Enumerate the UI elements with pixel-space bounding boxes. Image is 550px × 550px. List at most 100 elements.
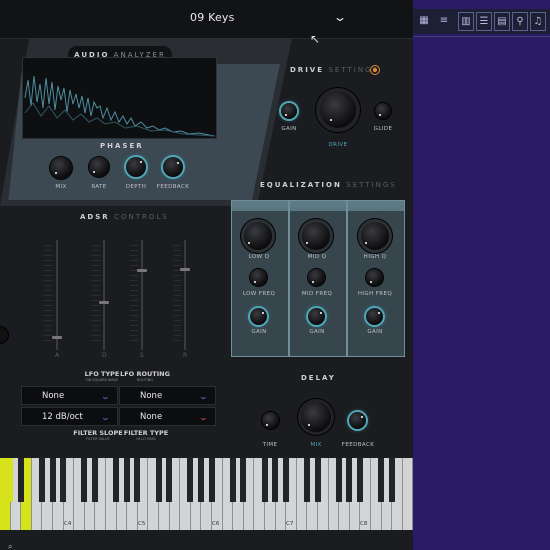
black-key[interactable] (356, 458, 363, 502)
black-key[interactable] (335, 458, 342, 502)
black-key[interactable] (60, 458, 67, 502)
eq-high-q-knob[interactable] (361, 222, 389, 250)
black-key[interactable] (388, 458, 395, 502)
host-daw-panel (413, 0, 550, 550)
instrument-icon[interactable]: ♫ (530, 12, 546, 31)
black-key[interactable] (314, 458, 321, 502)
eq-low-gain-knob[interactable] (250, 308, 267, 325)
octave-label-c6: C6 (212, 521, 220, 527)
adsr-title: ADSR CONTROLS (80, 213, 169, 221)
eq-high-freq-knob[interactable] (366, 269, 383, 286)
equalization-title: EQUALIZATION SETTINGS (260, 181, 397, 189)
black-key[interactable] (240, 458, 247, 502)
menu-icon[interactable]: ☰ (476, 12, 492, 31)
black-key[interactable] (49, 458, 56, 502)
mouse-cursor-icon: ↖ (310, 32, 321, 46)
drive-glide-label: GLIDE (373, 126, 393, 132)
lfo-routing-dropdown[interactable]: None ⌄ (119, 386, 216, 405)
drive-gain-knob[interactable] (281, 103, 297, 119)
sliders-icon[interactable]: ≡ (437, 12, 451, 29)
phaser-feedback-knob[interactable] (163, 157, 183, 177)
black-key[interactable] (123, 458, 130, 502)
eq-mid-freq-label: MID FREQ (301, 291, 333, 297)
eq-low-freq-knob[interactable] (250, 269, 267, 286)
black-key[interactable] (17, 458, 24, 502)
eq-mid-freq-knob[interactable] (308, 269, 325, 286)
adsr-attack-slider[interactable] (52, 336, 62, 339)
phaser-rate-knob[interactable] (89, 157, 109, 177)
octave-label-c8: C8 (360, 521, 368, 527)
chevron-down-icon[interactable]: ⌄ (333, 10, 347, 24)
black-key[interactable] (208, 458, 215, 502)
adsr-attack-track (56, 240, 58, 350)
phaser-mix-knob[interactable] (50, 157, 72, 179)
adsr-decay-slider[interactable] (99, 301, 109, 304)
black-key[interactable] (81, 458, 88, 502)
phaser-title: PHASER (100, 142, 144, 150)
eq-low-gain-label: GAIN (251, 329, 267, 335)
adsr-r-label: R (183, 352, 188, 359)
black-key[interactable] (378, 458, 385, 502)
black-key[interactable] (134, 458, 141, 502)
preset-bar: 09 Keys ⌄ ↖ (0, 0, 413, 46)
black-key[interactable] (272, 458, 279, 502)
mixer-icon[interactable]: ▥ (458, 12, 474, 31)
black-key[interactable] (346, 458, 353, 502)
black-key[interactable] (303, 458, 310, 502)
eq-high-q-label: HIGH Q (363, 254, 387, 260)
drive-knob[interactable] (320, 92, 356, 128)
plug-icon[interactable]: ⚲ (512, 12, 528, 31)
lfo-type-dropdown[interactable]: None ⌄ (21, 386, 118, 405)
black-key[interactable] (166, 458, 173, 502)
black-key[interactable] (229, 458, 236, 502)
black-key[interactable] (282, 458, 289, 502)
delay-mix-knob[interactable] (301, 402, 331, 432)
delay-mix-label: MIX (310, 442, 322, 448)
adsr-ticks-d (92, 245, 100, 345)
phaser-feedback-label: FEEDBACK (156, 184, 190, 190)
black-key[interactable] (113, 458, 120, 502)
black-key[interactable] (7, 458, 14, 502)
adsr-release-slider[interactable] (180, 268, 190, 271)
filter-type-dropdown[interactable]: None ⌄ (119, 407, 216, 426)
delay-time-knob[interactable] (262, 412, 279, 429)
synth-plugin-window: 09 Keys ⌄ ↖ AUDIO ANALYZER PHASER MIX RA… (0, 0, 413, 550)
drive-settings-title: DRIVE SETTINGS (290, 66, 379, 74)
eq-high-gain-label: GAIN (367, 329, 383, 335)
piano-keyboard[interactable] (0, 458, 413, 530)
octave-label-c4: C4 (64, 521, 72, 527)
phaser-depth-knob[interactable] (126, 157, 146, 177)
filter-slope-dropdown[interactable]: 12 dB/oct ⌄ (21, 407, 118, 426)
chevron-down-icon: ⌄ (198, 413, 209, 422)
adsr-release-track (184, 240, 186, 350)
adsr-sustain-slider[interactable] (137, 269, 147, 272)
delay-title: DELAY (301, 374, 336, 382)
lfo-routing-label: LFO ROUTING ROUTING (120, 370, 170, 382)
black-key[interactable] (155, 458, 162, 502)
eq-mid-q-label: MID Q (307, 254, 327, 260)
black-key[interactable] (91, 458, 98, 502)
eq-high-gain-knob[interactable] (366, 308, 383, 325)
search-icon[interactable]: ⌕ (8, 542, 12, 550)
black-key[interactable] (197, 458, 204, 502)
eq-mid-gain-label: GAIN (309, 329, 325, 335)
eq-mid-q-knob[interactable] (302, 222, 330, 250)
side-knob-partial[interactable] (0, 327, 8, 343)
delay-feedback-knob[interactable] (349, 412, 366, 429)
adsr-decay-track (103, 240, 105, 350)
eq-mid-gain-knob[interactable] (308, 308, 325, 325)
drive-glide-knob[interactable] (375, 103, 391, 119)
grid-icon[interactable]: ▦ (417, 12, 431, 29)
preset-name[interactable]: 09 Keys (190, 11, 235, 24)
black-key[interactable] (261, 458, 268, 502)
power-icon[interactable] (370, 65, 380, 75)
drive-label: DRIVE (328, 142, 348, 148)
eq-low-q-knob[interactable] (244, 222, 272, 250)
eq-high-freq-label: HIGH FREQ (357, 291, 393, 297)
delay-feedback-label: FEEDBACK (341, 442, 375, 448)
document-icon[interactable]: ▤ (494, 12, 510, 31)
white-key[interactable] (402, 458, 413, 530)
octave-label-c5: C5 (138, 521, 146, 527)
black-key[interactable] (38, 458, 45, 502)
black-key[interactable] (187, 458, 194, 502)
